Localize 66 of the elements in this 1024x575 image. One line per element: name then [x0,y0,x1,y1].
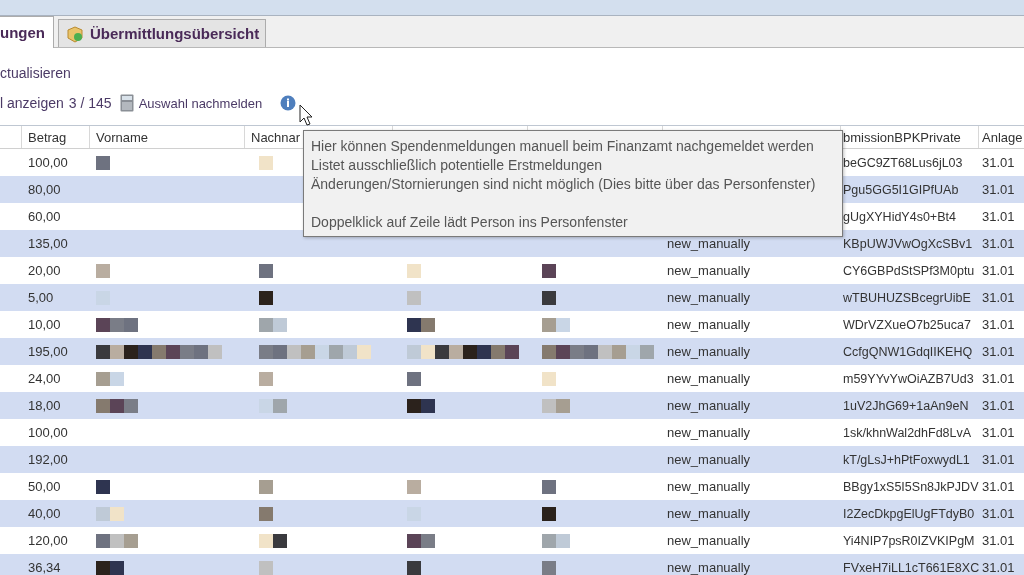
date-cell: 31.01 [982,371,1015,386]
date-cell: 31.01 [982,236,1015,251]
status-cell: new_manually [667,263,751,278]
date-cell: 31.01 [982,209,1015,224]
amount-cell: 192,00 [28,452,68,467]
bpk-cell: BBgy1xS5I5Sn8JkPJDV [843,479,979,494]
amount-cell: 10,00 [28,317,61,332]
status-cell: new_manually [667,236,751,251]
bpk-cell: beGC9ZT68Lus6jL03 [843,155,963,170]
bpk-cell: m59YYvYwOiAZB7Ud3 [843,371,974,386]
amount-cell: 36,34 [28,560,61,575]
tooltip-text: Hier können Spendenmeldungen manuell beim Finanzamt nachgemeldet werden [311,137,815,156]
amount-cell: 20,00 [28,263,61,278]
date-cell: 31.01 [982,317,1015,332]
date-cell: 31.01 [982,425,1015,440]
status-cell: new_manually [667,452,751,467]
bpk-cell: gUgXYHidY4s0+Bt4 [843,209,956,224]
status-cell: new_manually [667,344,751,359]
status-cell: new_manually [667,560,751,575]
selection-count: 3 / 145 [68,95,112,111]
amount-cell: 80,00 [28,182,61,197]
bpk-cell: KBpUWJVwOgXcSBv1 [843,236,973,251]
amount-cell: 50,00 [28,479,61,494]
amount-cell: 40,00 [28,506,61,521]
bpk-cell: CY6GBPdStSPf3M0ptu [843,263,975,278]
bpk-cell: I2ZecDkpgElUgFTdyB0 [843,506,975,521]
bpk-cell: wTBUHUZSBcegrUibE [843,290,971,305]
date-cell: 31.01 [982,533,1015,548]
amount-cell: 135,00 [28,236,68,251]
bpk-cell: 1uV2JhG69+1aAn9eN [843,398,969,413]
date-cell: 31.01 [982,263,1015,278]
amount-cell: 195,00 [28,344,68,359]
status-cell: new_manually [667,290,751,305]
amount-cell: 18,00 [28,398,61,413]
date-cell: 31.01 [982,182,1015,197]
status-cell: new_manually [667,371,751,386]
date-cell: 31.01 [982,290,1015,305]
amount-cell: 100,00 [28,155,68,170]
date-cell: 31.01 [982,398,1015,413]
bpk-cell: Yi4NIP7psR0IZVKIPgM [843,533,975,548]
status-cell: new_manually [667,398,751,413]
bpk-cell: FVxeH7iLL1cT661E8XC [843,560,980,575]
bpk-cell: CcfgQNW1GdqIIKEHQ [843,344,973,359]
bpk-cell: kT/gLsJ+hPtFoxwydL1 [843,452,970,467]
amount-cell: 60,00 [28,209,61,224]
amount-cell: 24,00 [28,371,61,386]
date-cell: 31.01 [982,506,1015,521]
tooltip-text: Doppelklick auf Zeile lädt Person ins Personfenster [311,213,629,232]
status-cell: new_manually [667,506,751,521]
status-cell: new_manually [667,533,751,548]
amount-cell: 100,00 [28,425,68,440]
bpk-cell: 1sk/khnWal2dhFd8LvA [843,425,972,440]
status-cell: new_manually [667,425,751,440]
date-cell: 31.01 [982,344,1015,359]
date-cell: 31.01 [982,452,1015,467]
status-cell: new_manually [667,479,751,494]
tooltip-text: Änderungen/Stornierungen sind nicht möglich (Dies bitte über das Personfenster) [311,175,817,194]
bpk-cell: Pgu5GG5I1GIPfUAb [843,182,959,197]
status-cell: new_manually [667,317,751,332]
amount-cell: 5,00 [28,290,54,305]
date-cell: 31.01 [982,560,1015,575]
date-cell: 31.01 [982,155,1015,170]
tooltip-text: Listet ausschließlich potentielle Erstmeldungen [311,156,604,175]
bpk-cell: WDrVZXueO7b25uca7 [843,317,971,332]
date-cell: 31.01 [982,479,1015,494]
amount-cell: 120,00 [28,533,68,548]
